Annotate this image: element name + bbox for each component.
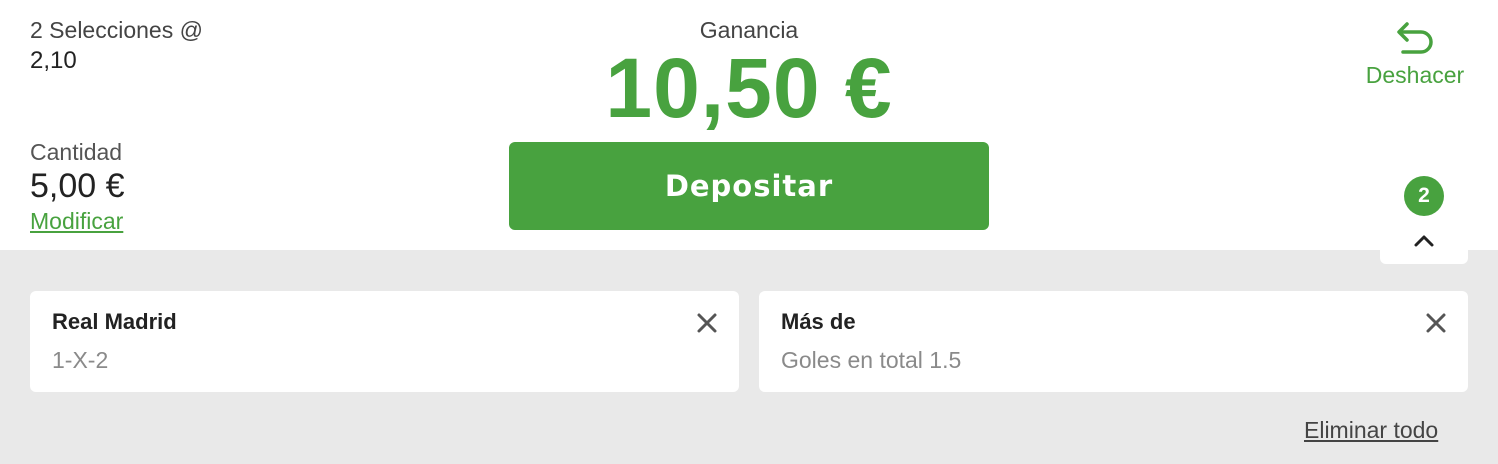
modify-stake-link[interactable]: Modificar <box>30 207 123 235</box>
bet-slip: 2 Selecciones @ 2,10 Cantidad 5,00 € Mod… <box>0 0 1498 464</box>
selection-market: Goles en total 1.5 <box>781 347 962 373</box>
selection-card: Real Madrid 1-X-2 <box>30 291 739 392</box>
selection-card: Más de Goles en total 1.5 <box>759 291 1468 392</box>
deposit-button[interactable]: Depositar <box>509 142 989 230</box>
delete-all-link[interactable]: Eliminar todo <box>1304 416 1438 444</box>
selection-count-badge: 2 <box>1404 176 1444 216</box>
selection-market: 1-X-2 <box>52 347 109 373</box>
collapse-toggle[interactable]: 2 <box>1380 170 1468 264</box>
undo-button[interactable]: Deshacer <box>1356 20 1474 92</box>
stake-label: Cantidad <box>30 139 123 165</box>
selections-count-label: 2 Selecciones @ <box>30 17 203 43</box>
selection-title: Real Madrid <box>52 309 177 334</box>
potential-gain-value: 10,50 € <box>605 41 893 135</box>
stake-value: 5,00 € <box>30 167 125 205</box>
selection-title: Más de <box>781 309 856 334</box>
bet-summary-panel: 2 Selecciones @ 2,10 Cantidad 5,00 € Mod… <box>0 0 1498 250</box>
close-icon[interactable] <box>1424 311 1448 335</box>
undo-arrow-icon <box>1397 22 1433 54</box>
undo-label: Deshacer <box>1365 62 1465 88</box>
chevron-up-icon <box>1414 235 1434 247</box>
combined-odds: 2,10 <box>30 47 77 74</box>
close-icon[interactable] <box>695 311 719 335</box>
